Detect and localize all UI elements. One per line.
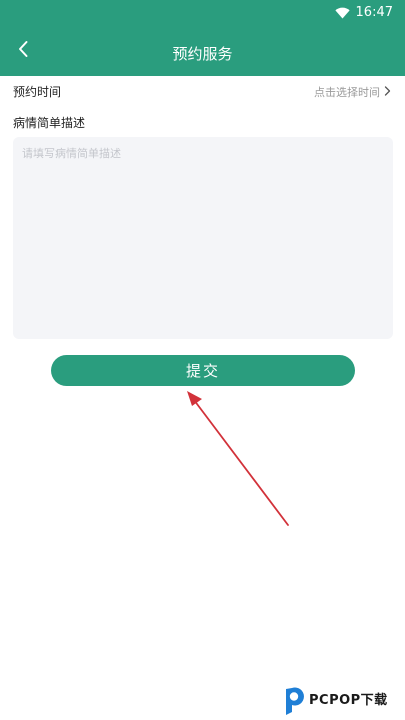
description-input[interactable] [13,137,393,339]
page-title: 预约服务 [172,45,233,63]
pcpop-logo-icon [286,687,304,715]
description-label: 病情简单描述 [13,116,86,130]
status-icons: 16:47 [334,4,393,23]
watermark-brand: PCPOP下载 [309,693,388,708]
appointment-time-picker[interactable]: 点击选择时间 [314,84,391,100]
status-bar: 16:47 [0,0,405,26]
appointment-time-label: 预约时间 [13,85,62,99]
watermark: PCPOP下载 [282,684,404,718]
appointment-time-row[interactable]: 预约时间 点击选择时间 [0,78,405,104]
app-bar: 预约服务 [0,26,405,76]
status-time: 16:47 [355,5,393,20]
chevron-right-icon [384,85,391,99]
wifi-icon [334,4,350,23]
back-button[interactable] [6,34,40,68]
submit-button[interactable]: 提交 [51,355,355,386]
appointment-time-value: 点击选择时间 [314,86,380,99]
chevron-left-icon [17,40,29,62]
